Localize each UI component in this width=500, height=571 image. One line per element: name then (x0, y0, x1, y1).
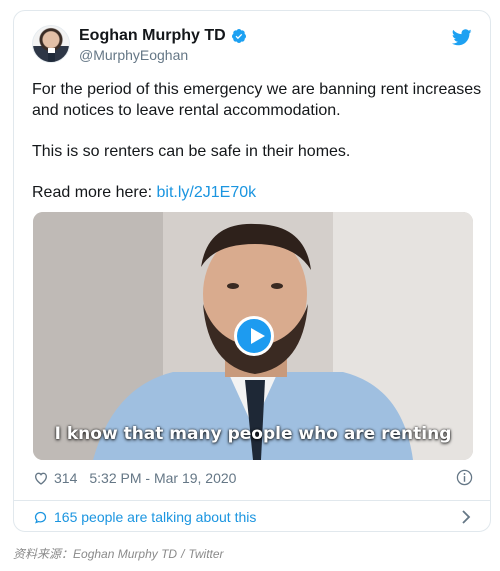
tweet-header: Eoghan Murphy TD @MurphyEoghan (32, 25, 472, 65)
tweet-text-paragraph-1: For the period of this emergency we are … (32, 81, 482, 119)
source-platform: Twitter (188, 547, 224, 561)
tweet-read-more: Read more here: bit.ly/2J1E70k (32, 182, 482, 203)
speech-bubble-icon (34, 511, 47, 524)
avatar[interactable] (32, 25, 70, 63)
image-source-caption: 资料来源：Eoghan Murphy TD / Twitter (13, 545, 224, 562)
source-name: Eoghan Murphy TD (73, 547, 178, 561)
twitter-bird-icon[interactable] (452, 29, 472, 46)
chevron-right-icon (462, 510, 471, 524)
author-block[interactable]: Eoghan Murphy TD @MurphyEoghan (79, 26, 247, 65)
tweet-meta: 314 5:32 PM - Mar 19, 2020 (33, 468, 473, 488)
video-caption: I know that many people who are renting (54, 424, 452, 444)
read-more-link[interactable]: bit.ly/2J1E70k (157, 184, 257, 201)
handle[interactable]: @MurphyEoghan (79, 46, 247, 65)
tweet-card: Eoghan Murphy TD @MurphyEoghan For the p… (13, 10, 491, 532)
conversation-link[interactable]: 165 people are talking about this (33, 506, 473, 528)
display-name[interactable]: Eoghan Murphy TD (79, 26, 226, 45)
source-label: 资料来源： (13, 547, 74, 561)
play-icon[interactable] (234, 316, 274, 356)
like-count[interactable]: 314 (54, 470, 77, 486)
divider (14, 500, 490, 501)
video-player[interactable]: I know that many people who are renting (33, 212, 473, 460)
name-row: Eoghan Murphy TD (79, 26, 247, 45)
tweet-text-paragraph-2: This is so renters can be safe in their … (32, 143, 351, 160)
conversation-count: 165 people are talking about this (54, 509, 257, 525)
source-separator: / (181, 547, 185, 561)
read-more-prefix: Read more here: (32, 184, 157, 201)
info-icon[interactable] (456, 469, 473, 486)
tweet-timestamp[interactable]: 5:32 PM - Mar 19, 2020 (89, 470, 236, 486)
heart-icon[interactable] (33, 470, 49, 486)
verified-badge-icon (231, 28, 246, 43)
